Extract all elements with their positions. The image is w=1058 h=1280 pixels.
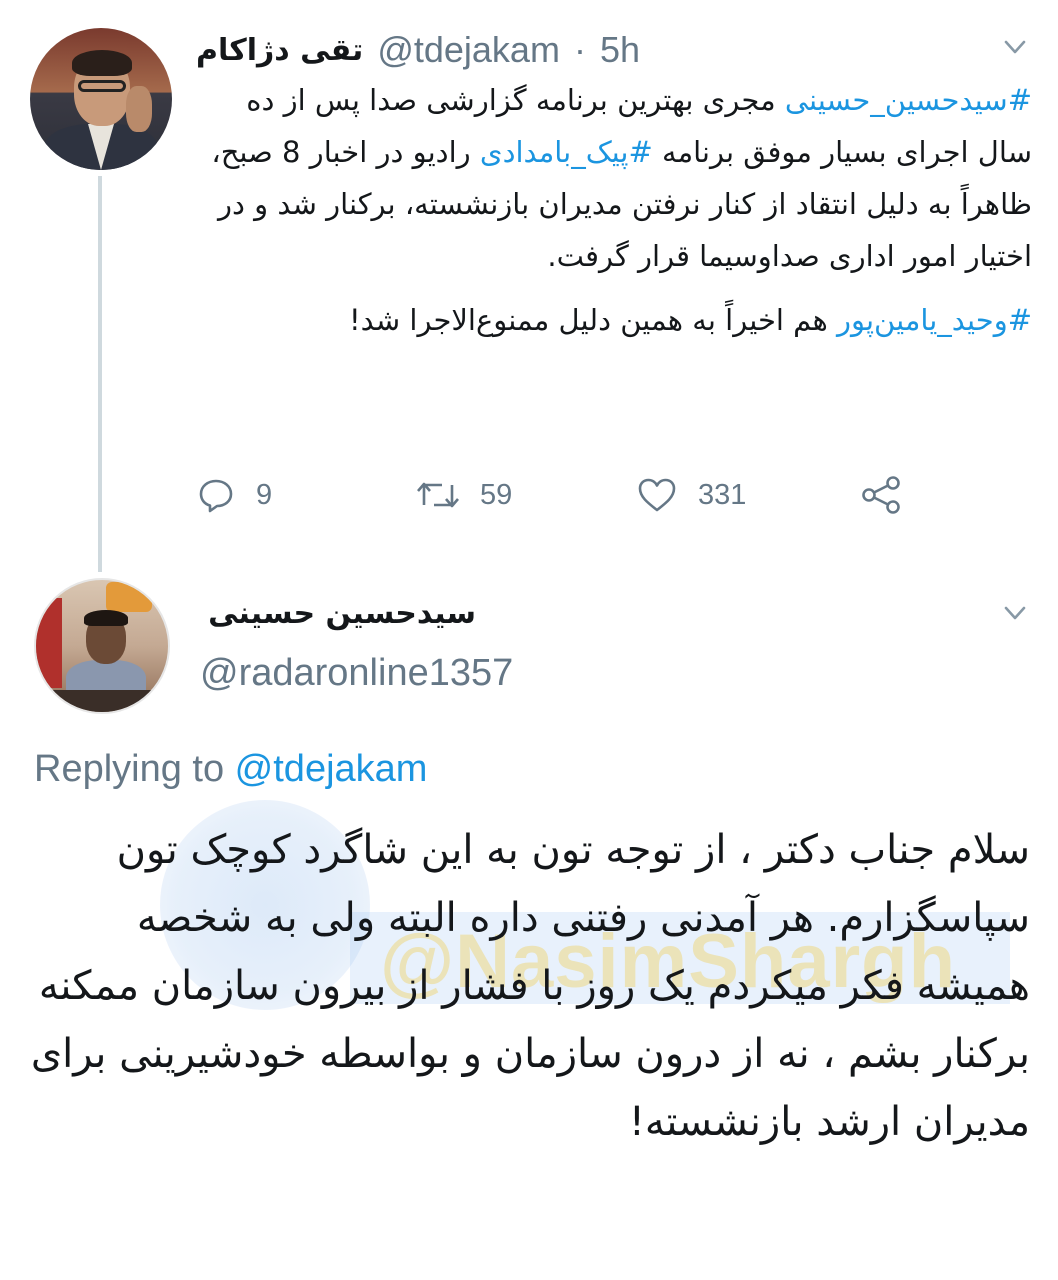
display-name[interactable]: تقی دژاکام bbox=[196, 33, 363, 68]
hashtag-link[interactable]: #وحید_یامین‌پور bbox=[837, 303, 1032, 337]
replying-to-line: Replying to @tdejakam bbox=[34, 748, 427, 791]
avatar[interactable] bbox=[34, 578, 170, 714]
user-handle[interactable]: @tdejakam bbox=[377, 29, 560, 71]
thread-connector bbox=[98, 176, 102, 572]
user-handle[interactable]: @radaronline1357 bbox=[200, 652, 513, 695]
timestamp[interactable]: 5h bbox=[600, 29, 640, 71]
tweet-paragraph: #سیدحسین_حسینی مجری بهترین برنامه گزارشی… bbox=[196, 74, 1032, 282]
reply-icon bbox=[199, 479, 233, 513]
like-icon bbox=[638, 478, 676, 512]
tweet-text-segment: هم اخیراً به همین دلیل ممنوع‌الاجرا شد! bbox=[349, 303, 837, 337]
display-name[interactable]: سیدحسین حسینی bbox=[196, 596, 476, 631]
share-button[interactable] bbox=[860, 470, 904, 520]
separator-dot: · bbox=[573, 29, 586, 70]
tweet-header: تقی دژاکام @tdejakam · 5h bbox=[196, 26, 640, 74]
retweet-button[interactable]: 59 bbox=[416, 470, 512, 520]
reply-count: 9 bbox=[256, 478, 273, 511]
replying-prefix: Replying to bbox=[34, 748, 235, 790]
reply-tweet-text: سلام جناب دکتر ، از توجه تون به این شاگر… bbox=[30, 827, 1030, 1145]
tweet-thread: تقی دژاکام @tdejakam · 5h #سیدحسین_حسینی… bbox=[0, 0, 1058, 1280]
tweet-actions: 9 59 331 bbox=[196, 470, 916, 520]
chevron-down-icon[interactable] bbox=[1002, 600, 1028, 626]
like-count: 331 bbox=[698, 478, 747, 511]
hashtag-link[interactable]: #سیدحسین_حسینی bbox=[785, 83, 1032, 117]
tweet-paragraph: #وحید_یامین‌پور هم اخیراً به همین دلیل م… bbox=[196, 294, 1032, 346]
hashtag-link[interactable]: #پیک_بامدادی bbox=[480, 135, 653, 169]
chevron-down-icon[interactable] bbox=[1002, 34, 1028, 60]
reply-button[interactable]: 9 bbox=[196, 470, 272, 520]
like-button[interactable]: 331 bbox=[636, 470, 746, 520]
replying-to-link[interactable]: @tdejakam bbox=[235, 748, 428, 790]
tweet-text: #سیدحسین_حسینی مجری بهترین برنامه گزارشی… bbox=[196, 74, 1032, 346]
retweet-icon bbox=[417, 482, 459, 508]
avatar[interactable] bbox=[30, 28, 172, 170]
share-icon bbox=[862, 476, 900, 514]
retweet-count: 59 bbox=[480, 478, 513, 511]
